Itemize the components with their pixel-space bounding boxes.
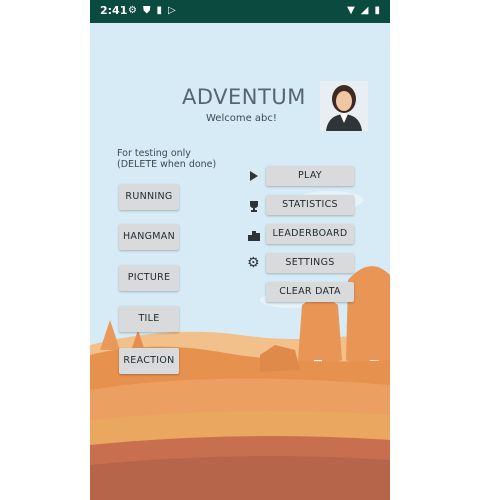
- play-store-icon: ▷: [167, 5, 176, 16]
- hangman-button[interactable]: HANGMAN: [119, 224, 179, 250]
- picture-button[interactable]: PICTURE: [119, 265, 179, 291]
- shield-icon: ⛊: [142, 5, 151, 16]
- status-bar: 2:41 ⚙ ⛊ ▮ ▷ ▼ ◢ ▮: [90, 0, 390, 23]
- testing-note-line1: For testing only: [117, 148, 191, 159]
- leaderboard-button[interactable]: LEADERBOARD: [266, 224, 354, 244]
- play-button[interactable]: PLAY: [266, 166, 354, 186]
- wifi-icon: ▼: [347, 5, 355, 16]
- signal-icon: ◢: [360, 5, 369, 16]
- running-button[interactable]: RUNNING: [119, 184, 179, 210]
- sd-card-icon: ▮: [156, 5, 162, 16]
- reaction-button[interactable]: REACTION: [119, 348, 179, 374]
- autumn-landscape-background: [90, 0, 390, 500]
- user-avatar[interactable]: [320, 81, 368, 131]
- testing-note: For testing only (DELETE when done): [117, 148, 216, 170]
- welcome-text: Welcome abc!: [206, 113, 277, 124]
- play-icon: [250, 171, 258, 181]
- avatar-icon: [320, 81, 368, 131]
- trophy-icon: [250, 201, 258, 212]
- clear-data-button[interactable]: CLEAR DATA: [266, 282, 354, 302]
- phone-screen: 2:41 ⚙ ⛊ ▮ ▷ ▼ ◢ ▮ ADVENTUM Welcome abc!…: [90, 0, 390, 500]
- podium-icon: [248, 231, 260, 241]
- settings-button[interactable]: SETTINGS: [266, 253, 354, 273]
- app-title: ADVENTUM: [182, 85, 306, 109]
- settings-gear-icon: ⚙: [128, 5, 137, 16]
- testing-note-line2: (DELETE when done): [117, 159, 217, 170]
- statistics-button[interactable]: STATISTICS: [266, 195, 354, 215]
- tile-button[interactable]: TILE: [119, 306, 179, 332]
- status-time: 2:41: [100, 4, 128, 17]
- battery-icon: ▮: [374, 5, 380, 16]
- gear-icon: ⚙: [247, 255, 260, 271]
